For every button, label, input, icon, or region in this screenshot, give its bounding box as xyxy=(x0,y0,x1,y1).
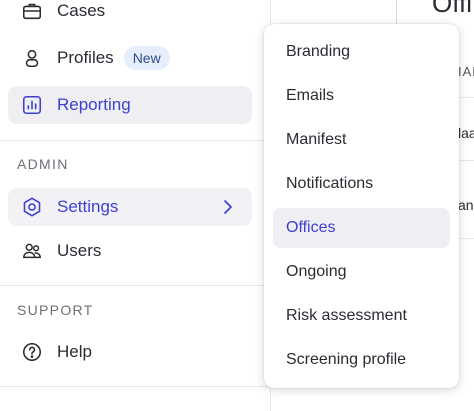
users-icon xyxy=(21,240,43,262)
menu-item-emails[interactable]: Emails xyxy=(273,76,450,116)
sidebar-item-cases[interactable]: Cases xyxy=(8,0,252,30)
menu-item-risk-assessment[interactable]: Risk assessment xyxy=(273,296,450,336)
table-cell[interactable]: laa xyxy=(458,125,474,141)
sidebar-item-label: Reporting xyxy=(57,95,131,114)
chart-icon xyxy=(21,94,43,116)
menu-item-offices[interactable]: Offices xyxy=(273,208,450,248)
divider xyxy=(0,140,270,141)
menu-item-screening-profile[interactable]: Screening profile xyxy=(273,340,450,380)
sidebar-item-label: Profiles xyxy=(57,48,114,67)
admin-heading: ADMIN xyxy=(17,156,69,172)
divider xyxy=(0,285,270,286)
page-title: Offi xyxy=(432,0,472,18)
sidebar-item-label: Settings xyxy=(57,197,119,216)
sidebar-item-users[interactable]: Users xyxy=(8,232,252,270)
sidebar-item-label: Help xyxy=(57,342,92,361)
menu-item-branding[interactable]: Branding xyxy=(273,32,450,72)
row-divider xyxy=(458,97,474,98)
column-header: IAN xyxy=(458,64,474,79)
sidebar-item-profiles[interactable]: Profiles New xyxy=(8,39,252,77)
sidebar-item-settings[interactable]: Settings xyxy=(8,188,252,226)
menu-item-manifest[interactable]: Manifest xyxy=(273,120,450,160)
briefcase-icon xyxy=(21,0,43,22)
sidebar: Cases Profiles New Reporting ADMIN Setti… xyxy=(0,0,271,411)
sidebar-item-label: Cases xyxy=(57,1,106,20)
row-divider xyxy=(458,238,474,239)
chevron-right-icon xyxy=(218,197,238,217)
sidebar-item-label: Users xyxy=(57,241,102,260)
gear-icon xyxy=(21,196,43,218)
settings-submenu: Branding Emails Manifest Notifications O… xyxy=(264,24,459,388)
question-icon xyxy=(21,341,43,363)
sidebar-item-reporting[interactable]: Reporting xyxy=(8,86,252,124)
sidebar-item-help[interactable]: Help xyxy=(8,333,252,371)
table-cell[interactable]: an xyxy=(458,197,474,213)
support-heading: SUPPORT xyxy=(17,302,94,318)
divider xyxy=(0,386,270,387)
person-icon xyxy=(21,47,43,69)
new-badge: New xyxy=(123,46,170,70)
menu-item-ongoing[interactable]: Ongoing xyxy=(273,252,450,292)
row-divider xyxy=(458,160,474,161)
header-divider xyxy=(396,0,397,25)
menu-item-notifications[interactable]: Notifications xyxy=(273,164,450,204)
